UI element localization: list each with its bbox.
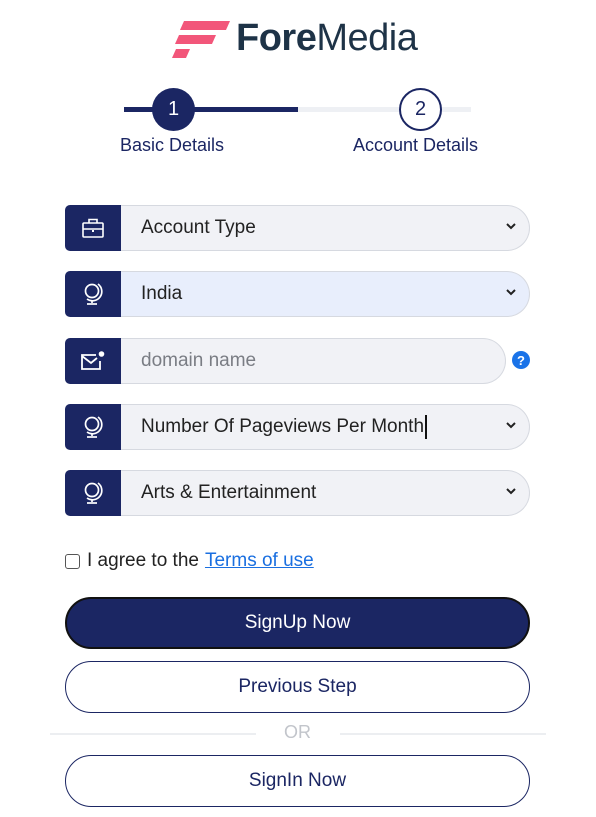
step-progress-line-active — [124, 107, 298, 112]
chevron-down-icon — [506, 422, 516, 429]
chevron-down-icon — [506, 223, 516, 230]
account-type-select[interactable]: Account Type — [121, 205, 530, 251]
terms-agreement: I agree to the Terms of use — [65, 550, 314, 572]
signup-button[interactable]: SignUp Now — [65, 597, 530, 649]
pageviews-select[interactable]: Number Of Pageviews Per Month — [121, 404, 530, 450]
or-divider: OR — [50, 722, 546, 746]
mail-notification-icon — [81, 351, 105, 370]
account-type-selected: Account Type — [141, 217, 256, 238]
divider-line-right — [340, 733, 546, 735]
brand-logo: ForeMedia — [172, 16, 418, 60]
globe-icon — [84, 416, 103, 438]
brand-name-bold: Fore — [236, 17, 317, 59]
foremedia-logo-icon — [172, 21, 230, 58]
step-2-label: Account Details — [353, 135, 479, 155]
question-circle-icon[interactable]: ? — [512, 351, 530, 369]
brand-name: ForeMedia — [236, 17, 418, 59]
previous-step-button[interactable]: Previous Step — [65, 661, 530, 713]
country-icon-box — [65, 271, 121, 317]
text-cursor — [425, 415, 427, 439]
step-progress-line-inactive — [298, 107, 471, 112]
domain-icon-box — [65, 338, 121, 384]
step-1-indicator: 1 — [152, 88, 195, 131]
terms-checkbox[interactable] — [65, 553, 80, 569]
pageviews-selected: Number Of Pageviews Per Month — [141, 416, 425, 437]
progress-stepper: 1 2 Basic Details Account Details — [0, 88, 596, 168]
terms-text: I agree to the — [87, 550, 199, 571]
chevron-down-icon — [506, 289, 516, 296]
divider-text: OR — [284, 722, 311, 742]
category-field: Arts & Entertainment — [65, 470, 530, 516]
pageviews-field: Number Of Pageviews Per Month — [65, 404, 530, 450]
domain-field: domain name — [65, 338, 506, 384]
brand-name-regular: Media — [316, 17, 418, 59]
chevron-down-icon — [506, 488, 516, 495]
domain-placeholder: domain name — [141, 350, 257, 371]
account-type-icon-box — [65, 205, 121, 251]
globe-icon — [84, 482, 103, 504]
category-icon-box — [65, 470, 121, 516]
terms-of-use-link[interactable]: Terms of use — [205, 550, 314, 572]
account-type-field: Account Type — [65, 205, 530, 251]
step-1-label: Basic Details — [120, 135, 225, 155]
category-selected: Arts & Entertainment — [141, 482, 317, 503]
globe-icon — [84, 283, 103, 305]
category-select[interactable]: Arts & Entertainment — [121, 470, 530, 516]
pageviews-icon-box — [65, 404, 121, 450]
country-select[interactable]: India — [121, 271, 530, 317]
country-selected: India — [141, 283, 183, 304]
signin-button[interactable]: SignIn Now — [65, 755, 530, 807]
divider-line-left — [50, 733, 256, 735]
domain-input[interactable]: domain name — [121, 338, 506, 384]
step-2-indicator: 2 — [399, 88, 442, 131]
briefcase-icon — [82, 218, 104, 238]
country-field: India — [65, 271, 530, 317]
